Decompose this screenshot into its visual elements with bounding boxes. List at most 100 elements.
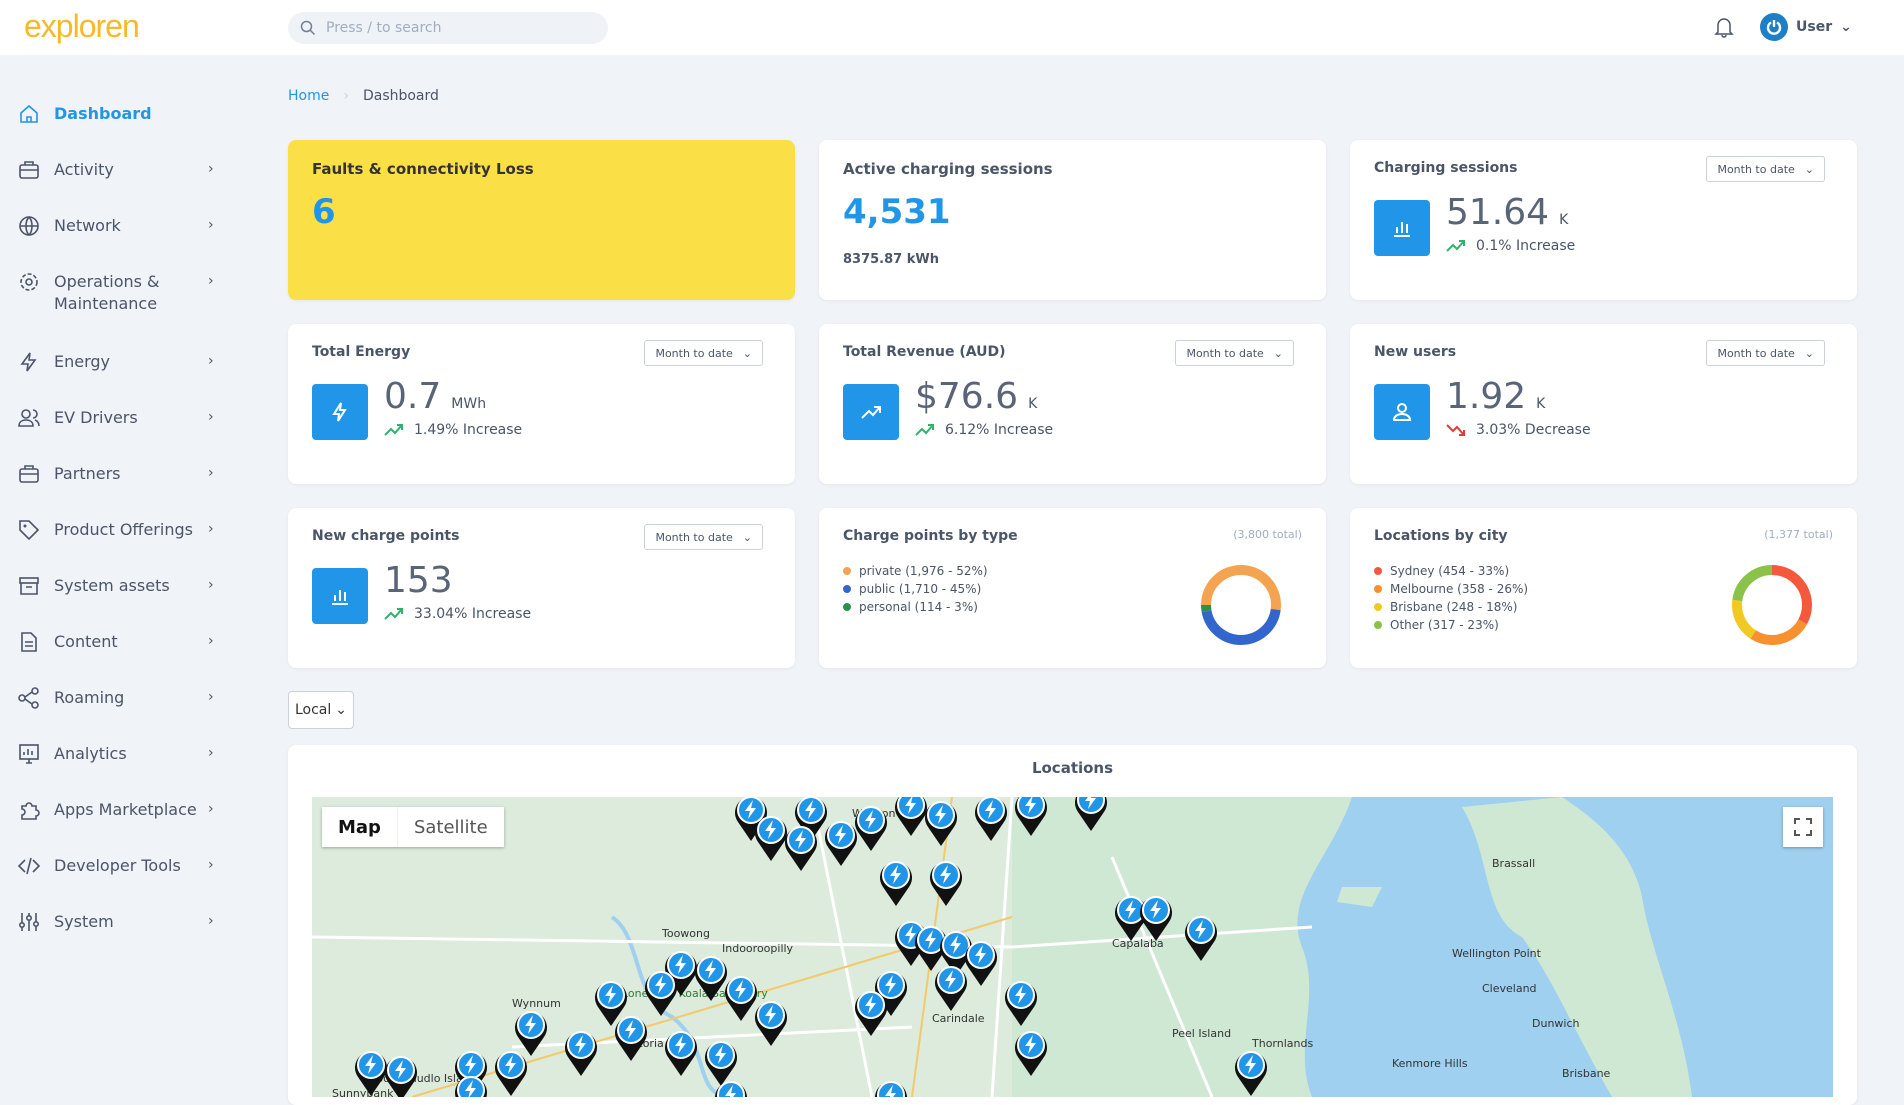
- sidebar-item-roaming[interactable]: Roaming ›: [18, 687, 218, 709]
- period-select[interactable]: Month to date ⌄: [1175, 340, 1294, 366]
- legend: Sydney (454 - 33%) Melbourne (358 - 26%) B…: [1374, 562, 1528, 634]
- user-name: User: [1796, 19, 1833, 35]
- charger-pin-icon[interactable]: [382, 1052, 420, 1097]
- satellite-tab[interactable]: Satellite: [396, 807, 504, 847]
- chevron-right-icon: ›: [208, 465, 214, 481]
- charger-pin-icon[interactable]: [1072, 797, 1110, 832]
- card-title: Total Energy: [312, 344, 411, 360]
- card-value-unit: MWh: [451, 396, 487, 412]
- total-energy-card: Total Energy Month to date ⌄ 0.7 MWh 1.49%…: [288, 324, 795, 484]
- charger-pin-icon[interactable]: [1012, 797, 1050, 837]
- tag-icon: [19, 520, 40, 541]
- sidebar-item-analytics[interactable]: Analytics ›: [18, 743, 218, 765]
- charger-pin-icon[interactable]: [822, 817, 860, 867]
- charger-pin-icon[interactable]: [452, 1072, 490, 1097]
- legend-item: personal (114 - 3%): [843, 598, 988, 616]
- charger-pin-icon[interactable]: [852, 987, 890, 1037]
- legend-dot: [843, 603, 851, 611]
- sidebar-item-apps-marketplace[interactable]: Apps Marketplace ›: [18, 799, 218, 821]
- charger-pin-icon[interactable]: [1137, 892, 1175, 942]
- sidebar-item-energy[interactable]: Energy ›: [18, 351, 218, 373]
- card-subvalue: 8375.87 kWh: [843, 252, 939, 267]
- chevron-right-icon: ›: [208, 801, 214, 817]
- legend-label: Melbourne (358 - 26%): [1390, 582, 1529, 596]
- user-menu[interactable]: User ⌄: [1760, 13, 1852, 41]
- region-select[interactable]: Local ⌄: [288, 691, 354, 729]
- charger-pin-icon[interactable]: [972, 797, 1010, 842]
- top-bar: exploren Press / to search User ⌄: [0, 0, 1904, 55]
- period-select[interactable]: Month to date ⌄: [1706, 340, 1825, 366]
- faults-card[interactable]: Faults & connectivity Loss 6: [288, 140, 795, 300]
- sidebar-item-partners[interactable]: Partners ›: [18, 463, 218, 485]
- sidebar-item-network[interactable]: Network ›: [18, 215, 218, 237]
- charger-pin-icon[interactable]: [712, 1077, 750, 1097]
- period-select[interactable]: Month to date ⌄: [1706, 156, 1825, 182]
- charger-pin-icon[interactable]: [562, 1027, 600, 1077]
- sidebar-item-operations-maintenance[interactable]: Operations & Maintenance ›: [18, 271, 218, 315]
- legend-dot: [1374, 621, 1382, 629]
- card-title: Total Revenue (AUD): [843, 344, 1006, 360]
- search-input[interactable]: Press / to search: [288, 12, 608, 44]
- sidebar-item-developer-tools[interactable]: Developer Tools ›: [18, 855, 218, 877]
- card-icon-box: [1374, 200, 1430, 256]
- legend-item: private (1,976 - 52%): [843, 562, 988, 580]
- card-icon-box: [843, 384, 899, 440]
- charger-pin-icon[interactable]: [877, 857, 915, 907]
- map[interactable]: Map Satellite Toowong Indooroopilly Lone P…: [312, 797, 1833, 1097]
- charger-pin-icon[interactable]: [612, 1012, 650, 1062]
- sidebar-item-system[interactable]: System ›: [18, 911, 218, 933]
- map-place-label: Peel Island: [1172, 1027, 1232, 1040]
- sidebar-item-label: EV Drivers: [54, 408, 138, 427]
- globe-icon: [19, 216, 39, 236]
- sidebar-item-ev-drivers[interactable]: EV Drivers ›: [18, 407, 218, 429]
- bell-icon[interactable]: [1714, 16, 1734, 38]
- puzzle-icon: [21, 802, 40, 820]
- new-users-card: New users Month to date ⌄ 1.92 K 3.03% Dec…: [1350, 324, 1857, 484]
- sidebar-item-content[interactable]: Content ›: [18, 631, 218, 653]
- trend-up-icon: [384, 608, 403, 620]
- sidebar-item-dashboard[interactable]: Dashboard: [18, 103, 218, 125]
- charger-pin-icon[interactable]: [872, 1077, 910, 1097]
- charger-pin-icon[interactable]: [1012, 1027, 1050, 1077]
- card-value-unit: K: [1536, 396, 1546, 412]
- charger-pin-icon[interactable]: [1002, 977, 1040, 1027]
- charger-pin-icon[interactable]: [1182, 912, 1220, 962]
- period-select-value: Month to date: [655, 530, 733, 544]
- charger-pin-icon[interactable]: [932, 962, 970, 1012]
- period-select-value: Month to date: [1186, 346, 1264, 360]
- sidebar-item-label: Developer Tools: [54, 856, 181, 875]
- charger-pin-icon[interactable]: [922, 797, 960, 847]
- trending-up-icon: [861, 406, 881, 419]
- sidebar-item-product-offerings[interactable]: Product Offerings ›: [18, 519, 218, 541]
- sidebar-item-activity[interactable]: Activity ›: [18, 159, 218, 181]
- charger-pin-icon[interactable]: [492, 1047, 530, 1097]
- card-value: 51.64 K: [1446, 192, 1568, 233]
- legend-dot: [1374, 603, 1382, 611]
- card-value-number: $76.6: [915, 376, 1019, 417]
- total-revenue-card: Total Revenue (AUD) Month to date ⌄ $76.6…: [819, 324, 1326, 484]
- charger-pin-icon[interactable]: [662, 1027, 700, 1077]
- sidebar-item-label: Partners: [54, 464, 121, 483]
- logo[interactable]: exploren: [24, 8, 140, 45]
- charger-pin-icon[interactable]: [642, 967, 680, 1017]
- sidebar-item-system-assets[interactable]: System assets ›: [18, 575, 218, 597]
- charger-pin-icon[interactable]: [752, 997, 790, 1047]
- avatar: [1760, 13, 1788, 41]
- charger-pin-icon[interactable]: [927, 857, 965, 907]
- fullscreen-button[interactable]: [1783, 807, 1823, 847]
- donut-chart: [1201, 565, 1281, 645]
- map-tab[interactable]: Map: [322, 807, 397, 847]
- chevron-right-icon: ›: [208, 217, 214, 233]
- sidebar-item-label: Product Offerings: [54, 520, 193, 539]
- charger-pin-icon[interactable]: [1232, 1047, 1270, 1097]
- card-value: 0.7 MWh: [384, 376, 486, 417]
- breadcrumb-home[interactable]: Home: [288, 88, 329, 104]
- charger-pin-icon[interactable]: [782, 822, 820, 872]
- card-title: Charging sessions: [1374, 160, 1518, 176]
- period-select[interactable]: Month to date ⌄: [644, 340, 763, 366]
- chevron-right-icon: ›: [208, 273, 214, 289]
- period-select[interactable]: Month to date ⌄: [644, 524, 763, 550]
- legend-item: Sydney (454 - 33%): [1374, 562, 1528, 580]
- card-trend: 6.12% Increase: [915, 422, 1053, 438]
- card-trend: 1.49% Increase: [384, 422, 522, 438]
